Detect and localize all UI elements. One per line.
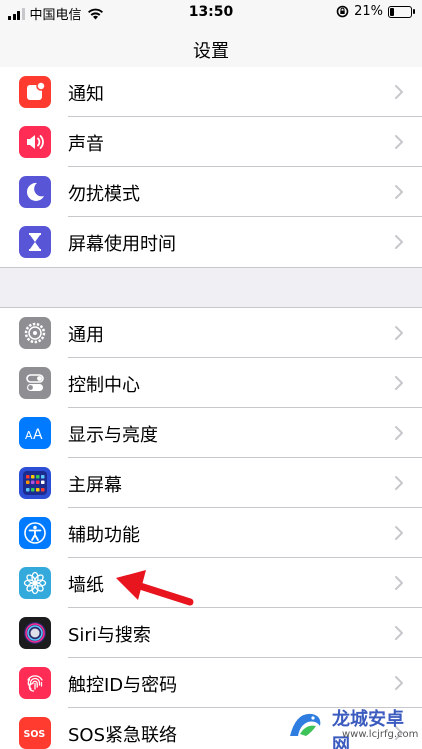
chevron-right-icon (395, 376, 403, 390)
row-label: Siri与搜索 (68, 625, 151, 646)
row-label: 墙纸 (68, 575, 104, 596)
settings-row-control-center[interactable]: 控制中心 (0, 358, 422, 408)
row-label: 主屏幕 (68, 475, 122, 496)
wallpaper-flower-icon (19, 567, 51, 599)
settings-row-screen-time[interactable]: 屏幕使用时间 (0, 217, 422, 267)
toggles-icon (19, 367, 51, 399)
red-arrow-annotation (116, 570, 194, 606)
svg-text:A: A (33, 427, 43, 443)
watermark-text: 龙城安卓网 (332, 709, 404, 749)
settings-row-notifications[interactable]: 通知 (0, 67, 422, 117)
fingerprint-icon (19, 667, 51, 699)
row-label: 通知 (68, 84, 104, 105)
settings-group-1: 通知 声音 勿扰模式 屏幕使用时间 (0, 67, 422, 268)
status-right: 21% (336, 4, 415, 19)
settings-row-home-screen[interactable]: 主屏幕 (0, 458, 422, 508)
row-label: 触控ID与密码 (68, 675, 178, 696)
svg-text:SOS: SOS (24, 729, 46, 740)
dragon-logo-icon (290, 713, 321, 736)
battery-percent: 21% (354, 4, 383, 19)
battery-icon (388, 5, 415, 18)
settings-row-do-not-disturb[interactable]: 勿扰模式 (0, 167, 422, 217)
row-label: SOS紧急联络 (68, 725, 178, 746)
notifications-icon (19, 76, 51, 108)
sounds-icon (19, 126, 51, 158)
chevron-right-icon (395, 235, 403, 249)
watermark-url: www.lcjrfg.com (342, 729, 419, 740)
svg-text:A: A (25, 429, 33, 442)
status-bar: 中国电信 13:50 21% (0, 0, 422, 26)
chevron-right-icon (395, 676, 403, 690)
siri-icon (19, 617, 51, 649)
settings-row-siri-search[interactable]: Siri与搜索 (0, 608, 422, 658)
chevron-right-icon (395, 576, 403, 590)
gear-icon (19, 317, 51, 349)
row-label: 声音 (68, 134, 104, 155)
row-label: 通用 (68, 325, 104, 346)
settings-row-touch-id[interactable]: 触控ID与密码 (0, 658, 422, 708)
rotation-lock-icon (336, 5, 349, 18)
chevron-right-icon (395, 135, 403, 149)
chevron-right-icon (395, 626, 403, 640)
chevron-right-icon (395, 326, 403, 340)
row-label: 控制中心 (68, 375, 140, 396)
chevron-right-icon (395, 526, 403, 540)
navigation-bar: 设置 (0, 26, 422, 73)
row-label: 屏幕使用时间 (68, 234, 176, 255)
row-label: 显示与亮度 (68, 425, 158, 446)
settings-row-sounds[interactable]: 声音 (0, 117, 422, 167)
settings-row-wallpaper[interactable]: 墙纸 (0, 558, 422, 608)
settings-row-display-brightness[interactable]: A A 显示与亮度 (0, 408, 422, 458)
moon-icon (19, 176, 51, 208)
chevron-right-icon (395, 426, 403, 440)
row-label: 辅助功能 (68, 525, 140, 546)
chevron-right-icon (395, 85, 403, 99)
settings-group-2: 通用 控制中心 A A 显示与亮度 主屏幕 辅助功能 墙纸 Siri与搜索 触控… (0, 307, 422, 749)
hourglass-icon (19, 226, 51, 258)
sos-icon: SOS (19, 717, 51, 749)
settings-row-general[interactable]: 通用 (0, 308, 422, 358)
accessibility-icon (19, 517, 51, 549)
site-watermark: 龙城安卓网 www.lcjrfg.com (286, 704, 419, 749)
display-aa-icon: A A (19, 417, 51, 449)
page-title: 设置 (193, 41, 229, 62)
home-screen-grid-icon (19, 467, 51, 499)
settings-screen: 中国电信 13:50 21% 设置 通知 声音 勿扰模式 屏幕使用时间 通用 控… (0, 0, 422, 749)
chevron-right-icon (395, 476, 403, 490)
settings-row-accessibility[interactable]: 辅助功能 (0, 508, 422, 558)
row-label: 勿扰模式 (68, 184, 140, 205)
chevron-right-icon (395, 185, 403, 199)
